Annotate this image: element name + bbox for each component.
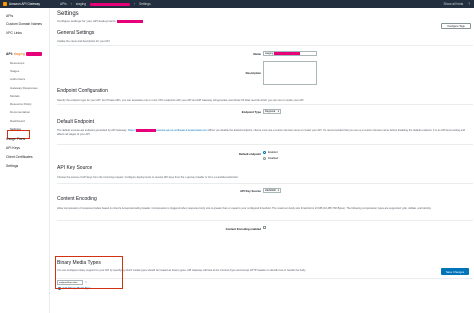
sidebar-item-custom-domain-names[interactable]: Custom Domain Names [6,22,42,26]
sidebar-item-stages[interactable]: Stages [10,69,19,73]
endpoint-config-heading: Endpoint Configuration [57,88,108,94]
chevron-down-icon: ▾ [277,189,279,192]
default-endpoint-url[interactable]: https:// [128,129,136,132]
sidebar-api-header: API: staging [6,52,42,56]
top-navigation-bar: Amazon API Gateway APIs › staging › Sett… [0,0,474,8]
api-key-source-select[interactable]: HEADER ▾ [263,188,281,193]
content-encoding-checkbox[interactable] [263,226,266,229]
default-endpoint-url-suffix[interactable]: .execute-api.us-northeast-2.amazonaws.co… [156,129,208,132]
breadcrumb-api-name[interactable]: staging [76,2,86,6]
content-encoding-desc: Allow compression of response bodies bas… [57,207,432,210]
default-endpoint-desc: The default execute-api endpoint generat… [57,129,467,136]
radio-selected-icon[interactable] [263,151,266,154]
sidebar-item-gateway-responses[interactable]: Gateway Responses [10,86,38,90]
radio-enabled[interactable]: Enabled [263,151,278,154]
api-prefix: API: [6,52,13,56]
help-icon[interactable]: ? [468,2,470,6]
api-name: staging [13,52,25,56]
endpoint-config-desc: Specify the endpoint type for your API. … [57,99,305,102]
sidebar-item-apis[interactable]: APIs [6,14,13,18]
page-title: Settings [57,11,79,17]
breadcrumb-apis[interactable]: APIs [60,2,67,6]
sidebar-item-usage-plans[interactable]: Usage Plans [6,137,25,141]
description-textarea[interactable] [263,61,317,85]
binary-media-highlight-box [55,256,123,289]
general-settings-heading: General Settings [57,30,95,36]
sidebar: APIs Custom Domain Names VPC Links API: … [0,8,50,313]
breadcrumb-settings: Settings [139,2,151,6]
sidebar-item-models[interactable]: Models [10,94,20,98]
redaction-mark [25,52,42,56]
description-label: Description [245,71,261,75]
divider [57,220,473,221]
radio-enabled-label: Enabled [268,151,278,154]
sidebar-item-global-settings[interactable]: Settings [6,164,18,168]
redaction-mark [274,52,301,55]
name-label: Name [253,52,261,56]
sidebar-item-resources[interactable]: Resources [10,61,24,65]
divider [57,183,473,184]
divider [57,104,473,105]
page-subtitle-text: Configure settings for your API deployme… [57,19,116,23]
save-changes-button[interactable]: Save Changes [441,268,469,275]
api-key-source-heading: API Key Source [57,165,93,171]
general-settings-desc: Update the name and description for your… [57,40,111,43]
page-subtitle: Configure settings for your API deployme… [57,19,143,23]
chevron-right-icon: › [70,2,72,6]
aws-logo-icon[interactable] [3,2,7,6]
show-all-hints-link[interactable]: Show all hints [444,2,464,6]
sidebar-item-documentation[interactable]: Documentation [10,110,30,114]
name-input[interactable]: staging [263,51,317,56]
radio-disabled-label: Disabled [268,157,279,160]
configure-tags-button[interactable]: Configure Tags [441,23,471,29]
api-key-source-value: HEADER [265,189,276,192]
content-encoding-heading: Content Encoding [57,196,97,202]
content-encoding-label: Content Encoding enabled [225,227,261,231]
endpoint-type-select[interactable]: Regional ▾ [263,109,281,114]
divider [57,144,473,145]
sidebar-item-resource-policy[interactable]: Resource Policy [10,102,32,106]
sidebar-item-dashboard[interactable]: Dashboard [10,119,25,123]
chevron-down-icon: ▾ [277,110,279,113]
name-input-value: staging [265,52,274,55]
chevron-right-icon: › [134,2,136,6]
endpoint-type-label: Endpoint Type [241,110,261,114]
service-name[interactable]: Amazon API Gateway [9,2,40,6]
divider [57,45,473,46]
redaction-mark [90,2,131,6]
api-key-source-desc: Choose the source of API keys from the i… [57,176,239,179]
default-endpoint-heading: Default Endpoint [57,119,94,125]
sidebar-item-vpc-links[interactable]: VPC Links [6,31,22,35]
sidebar-item-authorizers[interactable]: Authorizers [10,77,25,81]
redaction-mark [116,19,143,23]
breadcrumb: APIs › staging › Settings [60,2,151,6]
radio-unselected-icon[interactable] [263,157,266,160]
sidebar-item-client-certificates[interactable]: Client Certificates [6,155,33,159]
radio-disabled[interactable]: Disabled [263,157,278,160]
api-key-source-label: API Key Source [240,189,261,193]
topbar-right: Show all hints ? [444,2,470,6]
redaction-mark [135,129,156,132]
endpoint-type-value: Regional [265,110,276,113]
sidebar-item-api-keys[interactable]: API Keys [6,146,20,150]
default-endpoint-label: Default endpoint [238,152,261,156]
